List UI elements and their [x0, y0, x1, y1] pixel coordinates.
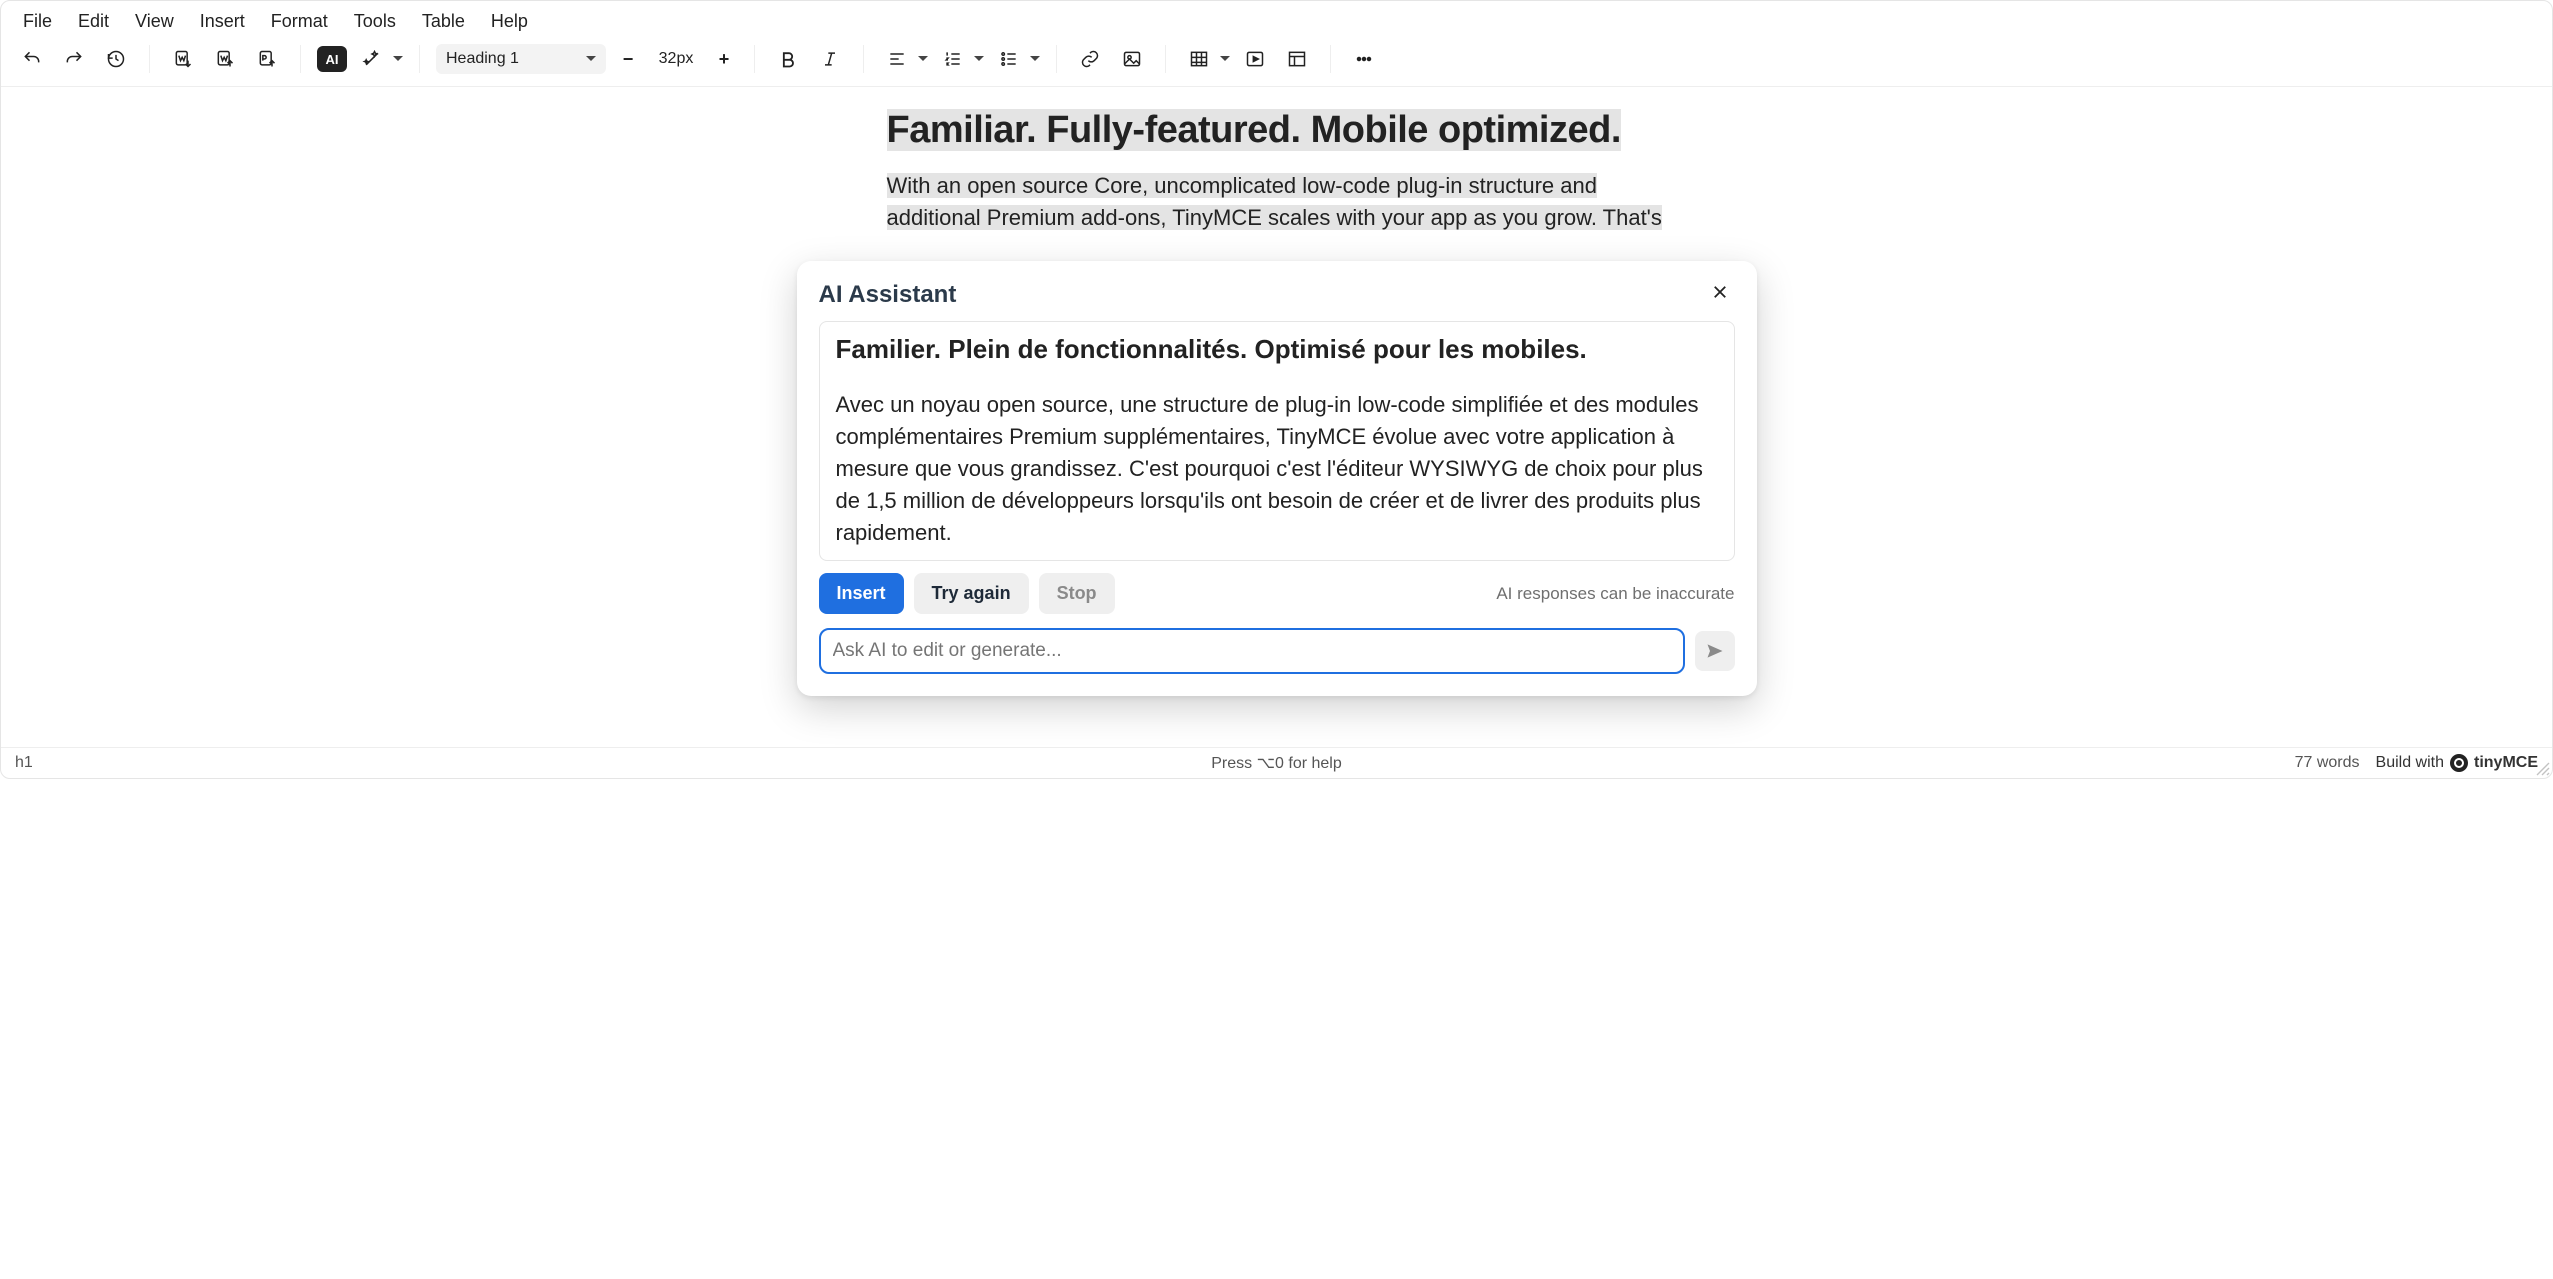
paragraph-line: additional Premium add-ons, TinyMCE scal… — [887, 205, 1662, 230]
separator — [1056, 45, 1057, 73]
separator — [863, 45, 864, 73]
word-count[interactable]: 77 words — [2295, 754, 2360, 772]
align-split-button[interactable] — [880, 42, 928, 76]
separator — [1330, 45, 1331, 73]
try-again-button[interactable]: Try again — [914, 573, 1029, 614]
close-icon — [1711, 283, 1729, 301]
ai-shortcuts-split-button[interactable] — [355, 42, 403, 76]
chevron-down-icon — [1030, 50, 1040, 68]
statusbar: h1 Press ⌥0 for help 77 words Build with… — [1, 747, 2552, 778]
document-paragraph[interactable]: With an open source Core, uncomplicated … — [887, 170, 1667, 234]
italic-button[interactable] — [813, 42, 847, 76]
block-format-label: Heading 1 — [446, 50, 519, 68]
menu-edit[interactable]: Edit — [78, 11, 109, 32]
font-size-increase-button[interactable]: + — [710, 45, 738, 73]
editor-app: File Edit View Insert Format Tools Table… — [0, 0, 2553, 779]
document-heading[interactable]: Familiar. Fully-featured. Mobile optimiz… — [887, 109, 1667, 152]
dialog-actions: Insert Try again Stop AI responses can b… — [819, 573, 1735, 614]
element-path[interactable]: h1 — [15, 754, 33, 772]
redo-button[interactable] — [57, 42, 91, 76]
menu-table[interactable]: Table — [422, 11, 465, 32]
chevron-down-icon — [1220, 50, 1230, 68]
menu-format[interactable]: Format — [271, 11, 328, 32]
align-icon — [880, 42, 914, 76]
font-size-value[interactable]: 32px — [648, 50, 704, 68]
ai-assistant-dialog: AI Assistant Familier. Plein de fonction… — [797, 261, 1757, 696]
font-size-decrease-button[interactable]: − — [614, 45, 642, 73]
ai-prompt-input[interactable] — [819, 628, 1685, 674]
menu-tools[interactable]: Tools — [354, 11, 396, 32]
chevron-down-icon — [918, 50, 928, 68]
heading-text: Familiar. Fully-featured. Mobile optimiz… — [887, 109, 1621, 151]
bold-button[interactable] — [771, 42, 805, 76]
menubar: File Edit View Insert Format Tools Table… — [1, 1, 2552, 36]
close-button[interactable] — [1705, 279, 1735, 311]
chevron-down-icon — [974, 50, 984, 68]
branding-link[interactable]: Build with tinyMCE — [2376, 754, 2538, 772]
chevron-down-icon — [586, 50, 596, 68]
toolbar: AI Heading 1 − 32px + — [1, 36, 2552, 87]
ai-disclaimer: AI responses can be inaccurate — [1496, 584, 1734, 604]
menu-file[interactable]: File — [23, 11, 52, 32]
paragraph-line: With an open source Core, uncomplicated … — [887, 173, 1598, 198]
overflow-menu-button[interactable] — [1347, 42, 1381, 76]
font-size-stepper: − 32px + — [614, 45, 738, 73]
ai-result-paragraph: Avec un noyau open source, une structure… — [836, 389, 1718, 548]
numbered-list-icon — [936, 42, 970, 76]
bullet-list-icon — [992, 42, 1026, 76]
brand-prefix: Build with — [2376, 754, 2444, 772]
separator — [1165, 45, 1166, 73]
ai-result-heading: Familier. Plein de fonctionnalités. Opti… — [836, 334, 1718, 365]
editor-body[interactable]: Familiar. Fully-featured. Mobile optimiz… — [1, 87, 2552, 747]
template-button[interactable] — [1280, 42, 1314, 76]
import-word-button[interactable] — [166, 42, 200, 76]
prompt-row — [819, 628, 1735, 674]
undo-button[interactable] — [15, 42, 49, 76]
dialog-title: AI Assistant — [819, 281, 957, 309]
export-pdf-button[interactable] — [250, 42, 284, 76]
menu-insert[interactable]: Insert — [200, 11, 245, 32]
separator — [149, 45, 150, 73]
insert-button[interactable]: Insert — [819, 573, 904, 614]
image-button[interactable] — [1115, 42, 1149, 76]
brand-name: tinyMCE — [2474, 754, 2538, 772]
separator — [754, 45, 755, 73]
chevron-down-icon — [393, 50, 403, 68]
help-hint: Press ⌥0 for help — [1211, 753, 1342, 773]
magic-wand-icon — [355, 42, 389, 76]
separator — [419, 45, 420, 73]
revision-history-button[interactable] — [99, 42, 133, 76]
tinymce-logo-icon — [2450, 754, 2468, 772]
link-button[interactable] — [1073, 42, 1107, 76]
dialog-header: AI Assistant — [819, 279, 1735, 311]
export-word-button[interactable] — [208, 42, 242, 76]
ai-assistant-button[interactable]: AI — [317, 46, 347, 72]
send-button[interactable] — [1695, 631, 1735, 671]
block-format-select[interactable]: Heading 1 — [436, 44, 606, 74]
stop-button[interactable]: Stop — [1039, 573, 1115, 614]
table-split-button[interactable] — [1182, 42, 1230, 76]
document-content: Familiar. Fully-featured. Mobile optimiz… — [877, 109, 1677, 234]
resize-handle[interactable] — [2536, 762, 2550, 776]
table-icon — [1182, 42, 1216, 76]
send-icon — [1705, 641, 1725, 661]
media-button[interactable] — [1238, 42, 1272, 76]
numbered-list-split-button[interactable] — [936, 42, 984, 76]
menu-view[interactable]: View — [135, 11, 174, 32]
separator — [300, 45, 301, 73]
ai-result-area[interactable]: Familier. Plein de fonctionnalités. Opti… — [819, 321, 1735, 561]
menu-help[interactable]: Help — [491, 11, 528, 32]
bullet-list-split-button[interactable] — [992, 42, 1040, 76]
